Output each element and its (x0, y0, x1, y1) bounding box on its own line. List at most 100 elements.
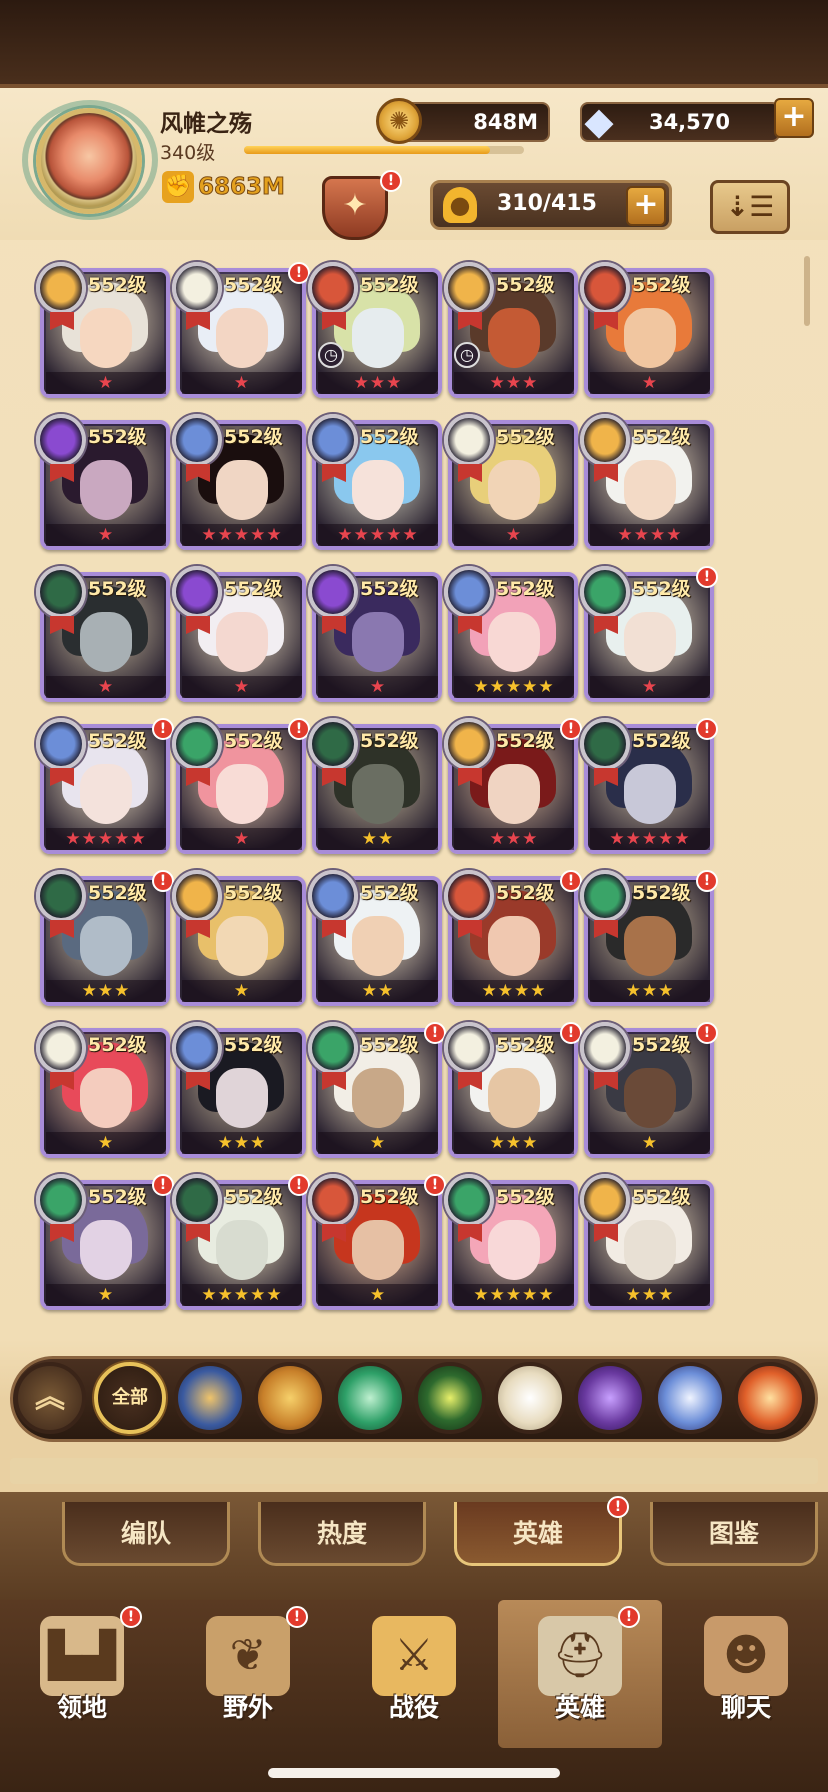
hero-card[interactable]: 552级 ★ (36, 1022, 170, 1158)
dimensional-icon[interactable] (654, 1362, 726, 1434)
hero-card[interactable]: 552级 ★★★★! (444, 870, 582, 1006)
hero-stars: ★★ (318, 980, 438, 1002)
hero-stars: ★★★★★ (182, 1284, 302, 1306)
mauler-icon (308, 1174, 358, 1226)
lightbearer-icon[interactable] (174, 1362, 246, 1434)
hero-card[interactable]: 552级 ★★ (308, 718, 442, 854)
notification-badge: ! (288, 718, 310, 740)
clock-icon: ◷ (318, 342, 344, 368)
lightbearer-icon (178, 1366, 242, 1430)
chevron-up-icon[interactable]: ︽ (14, 1362, 86, 1434)
hero-card[interactable]: 552级 ★ (36, 414, 170, 550)
nav-label: 英雄 (554, 1693, 605, 1722)
hero-level: 552级 (496, 426, 555, 448)
hero-stars: ★ (46, 372, 166, 394)
hero-card[interactable]: 552级 ★! (308, 1174, 446, 1310)
hero-card[interactable]: 552级 ★★★★★ (444, 566, 578, 702)
hero-card[interactable]: 552级 ★ (580, 262, 714, 398)
hero-card[interactable]: 552级 ★ (444, 414, 578, 550)
hero-stars: ★ (454, 524, 574, 546)
hero-card[interactable]: 552级 ★★★★★! (580, 718, 718, 854)
dimensional-icon (172, 414, 222, 466)
filter-all-button[interactable]: 全部 (94, 1362, 166, 1434)
hero-card[interactable]: 552级 ★★★ (580, 1174, 714, 1310)
tab-3[interactable]: 图鉴 (650, 1502, 818, 1566)
hero-card[interactable]: 552级 ★★ (308, 870, 442, 1006)
wilder-icon (444, 1174, 494, 1226)
hero-stars: ★ (182, 828, 302, 850)
hero-level: 552级 (88, 882, 147, 904)
hero-level: 552级 (632, 1186, 691, 1208)
nav-castle[interactable]: ▙▟ 领地! (0, 1600, 164, 1748)
mauler-icon[interactable] (254, 1362, 326, 1434)
hero-card[interactable]: 552级 ★ (36, 262, 170, 398)
tab-1[interactable]: 热度 (258, 1502, 426, 1566)
hero-card[interactable]: 552级 ★! (308, 1022, 446, 1158)
notification-badge: ! (120, 1606, 142, 1628)
hero-card[interactable]: 552级 ★! (36, 1174, 174, 1310)
hero-card[interactable]: 552级 ★★★★ (580, 414, 714, 550)
hero-face (216, 308, 268, 368)
nav-chat[interactable]: ☻ 聊天 (664, 1600, 828, 1748)
hero-card[interactable]: 552级 ★ (36, 566, 170, 702)
notification-badge: ! (288, 1174, 310, 1196)
hero-card[interactable]: 552级 ★★★ (172, 1022, 306, 1158)
hero-card[interactable]: 552级 ★★★★★ (444, 1174, 578, 1310)
hero-level: 552级 (224, 274, 283, 296)
hero-face (80, 612, 132, 672)
hero-card[interactable]: 552级 ★! (580, 566, 718, 702)
hero-card[interactable]: 552级 ★★★★★! (172, 1174, 310, 1310)
notification-badge: ! (560, 870, 582, 892)
hero-card[interactable]: 552级 ★★★★★! (36, 718, 174, 854)
hero-card[interactable]: 552级 ★ (172, 870, 306, 1006)
hero-card[interactable]: 552级 ★★★! (36, 870, 174, 1006)
tab-2[interactable]: 英雄! (454, 1496, 629, 1566)
lightbearer-icon (444, 718, 494, 770)
hero-face (80, 308, 132, 368)
hero-face (352, 460, 404, 520)
hero-card[interactable]: 552级 ★! (172, 262, 310, 398)
notification-badge: ! (424, 1174, 446, 1196)
mauler-icon (444, 870, 494, 922)
wilder-icon[interactable] (334, 1362, 406, 1434)
hero-card[interactable]: 552级 ★! (172, 718, 310, 854)
nav-helmet[interactable]: ⛑ 英雄! (498, 1600, 662, 1748)
hero-face (352, 916, 404, 976)
notification-badge: ! (286, 1606, 308, 1628)
hero-card[interactable]: 552级 ★★★ ◷ (444, 262, 578, 398)
hero-card[interactable]: 552级 ★★★★★ (172, 414, 306, 550)
hero-face (352, 308, 404, 368)
graveborn-icon[interactable] (414, 1362, 486, 1434)
nav-label: 聊天 (720, 1693, 771, 1722)
hero-grid: 552级 ★ 552级 ★! 552级 ★★★ ◷ 552级 ★★★ ◷ 552级 ★ 552级 ★ 552… (0, 0, 828, 1340)
hero-card[interactable]: 552级 ★ (172, 566, 306, 702)
hero-face (80, 460, 132, 520)
nav-label: 领地 (56, 1693, 107, 1722)
nav-sword-emblem[interactable]: ⚔ 战役 (332, 1600, 496, 1748)
hero-card[interactable]: 552级 ★! (580, 1022, 718, 1158)
nav-scroll-map[interactable]: ❦ 野外! (166, 1600, 330, 1748)
hero-face (624, 612, 676, 672)
hypogean-icon[interactable] (574, 1362, 646, 1434)
hero-card[interactable]: 552级 ★★★! (580, 870, 718, 1006)
celestial-icon (580, 1022, 630, 1074)
hero-stars: ★★★★ (454, 980, 574, 1002)
hero-card[interactable]: 552级 ★★★ ◷ (308, 262, 442, 398)
hero-stars: ★★★★★ (182, 524, 302, 546)
hero-stars: ★ (182, 676, 302, 698)
hero-card[interactable]: 552级 ★★★! (444, 718, 582, 854)
dragon-icon[interactable] (734, 1362, 806, 1434)
hero-stars: ★★★ (454, 372, 574, 394)
tab-0[interactable]: 编队 (62, 1502, 230, 1566)
hero-card[interactable]: 552级 ★★★! (444, 1022, 582, 1158)
hero-face (216, 1220, 268, 1280)
hero-stars: ★ (590, 372, 710, 394)
tab-label: 图鉴 (708, 1519, 759, 1548)
helmet-icon: ⛑ (538, 1616, 622, 1696)
wilder-icon (36, 1174, 86, 1226)
celestial-icon[interactable] (494, 1362, 566, 1434)
hero-card[interactable]: 552级 ★ (308, 566, 442, 702)
scrollbar[interactable] (804, 256, 810, 326)
wilder-icon (580, 870, 630, 922)
hero-card[interactable]: 552级 ★★★★★ (308, 414, 442, 550)
